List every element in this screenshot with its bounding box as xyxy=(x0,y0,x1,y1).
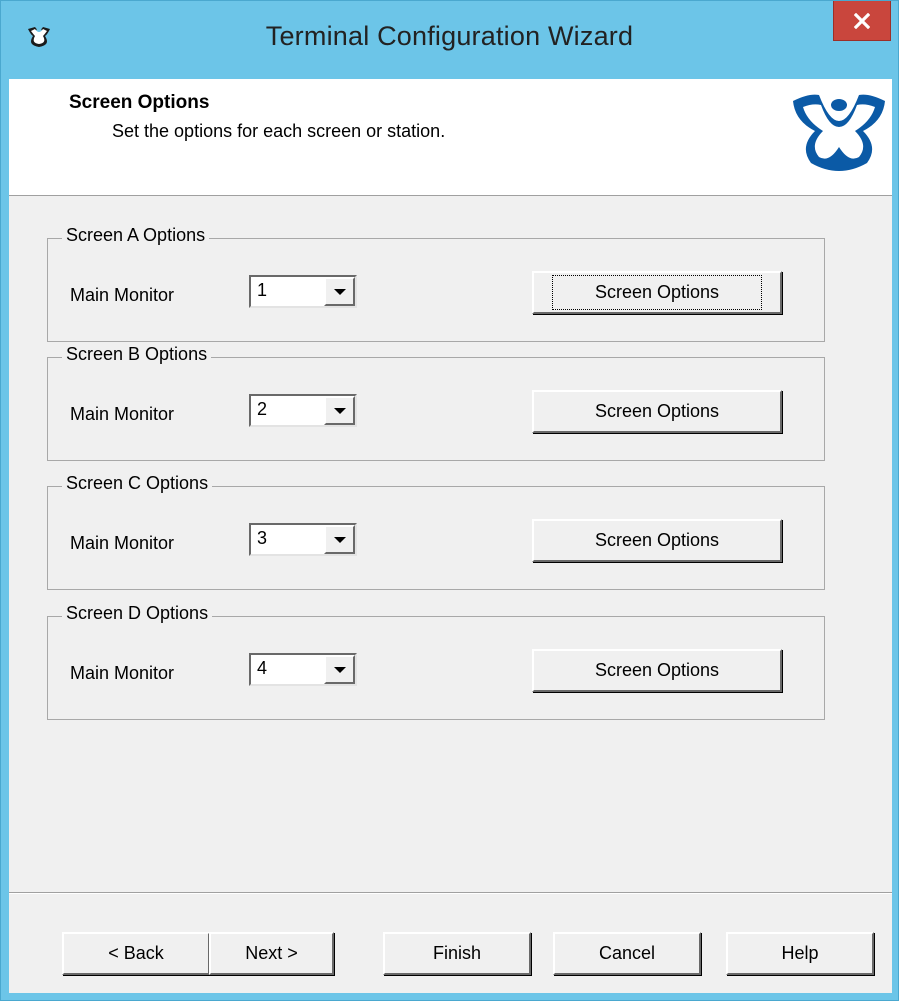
screen-a-options-button[interactable]: Screen Options xyxy=(532,271,782,314)
screen-b-options-button[interactable]: Screen Options xyxy=(532,390,782,433)
group-label: Screen A Options xyxy=(62,225,210,246)
main-monitor-label: Main Monitor xyxy=(70,533,175,553)
screen-c-options-button[interactable]: Screen Options xyxy=(532,519,782,562)
dropdown-button[interactable] xyxy=(324,525,355,554)
thinmanager-logo-icon xyxy=(789,87,889,173)
main-monitor-select-a[interactable]: 1 xyxy=(249,275,357,308)
group-label: Screen D Options xyxy=(62,603,213,624)
chevron-down-icon xyxy=(333,407,346,414)
window-title: Terminal Configuration Wizard xyxy=(265,21,634,51)
screen-d-options-button[interactable]: Screen Options xyxy=(532,649,782,692)
wizard-header: Screen Options Set the options for each … xyxy=(9,79,892,196)
button-label: Screen Options xyxy=(551,275,763,310)
group-label: Screen C Options xyxy=(62,473,213,494)
chevron-down-icon xyxy=(333,536,346,543)
chevron-down-icon xyxy=(333,666,346,673)
dialog-client-area: Screen Options Set the options for each … xyxy=(9,79,892,993)
screen-c-options-group: Screen C Options Main Monitor 3 Screen O… xyxy=(47,473,825,590)
page-title: Screen Options xyxy=(69,92,210,113)
main-monitor-value: 3 xyxy=(257,528,268,548)
back-button[interactable]: < Back xyxy=(62,932,210,975)
main-monitor-value: 4 xyxy=(257,658,268,678)
cancel-button[interactable]: Cancel xyxy=(553,932,701,975)
screen-a-options-group: Screen A Options Main Monitor 1 Screen O… xyxy=(47,225,825,342)
main-monitor-label: Main Monitor xyxy=(70,663,175,683)
main-monitor-value: 1 xyxy=(257,280,268,300)
title-bar[interactable]: Terminal Configuration Wizard xyxy=(1,1,898,79)
group-label: Screen B Options xyxy=(62,344,212,365)
finish-button[interactable]: Finish xyxy=(383,932,531,975)
next-button[interactable]: Next > xyxy=(209,932,334,975)
close-icon xyxy=(854,12,870,29)
wizard-window: Terminal Configuration Wizard Screen Opt… xyxy=(0,0,899,1001)
page-subtitle: Set the options for each screen or stati… xyxy=(112,121,446,141)
main-monitor-select-c[interactable]: 3 xyxy=(249,523,357,556)
close-button[interactable] xyxy=(833,1,891,41)
dropdown-button[interactable] xyxy=(324,396,355,425)
screen-b-options-group: Screen B Options Main Monitor 2 Screen O… xyxy=(47,344,825,461)
main-monitor-select-b[interactable]: 2 xyxy=(249,394,357,427)
chevron-down-icon xyxy=(333,288,346,295)
dropdown-button[interactable] xyxy=(324,277,355,306)
footer-divider xyxy=(9,892,892,894)
screen-d-options-group: Screen D Options Main Monitor 4 Screen O… xyxy=(47,603,825,720)
main-monitor-select-d[interactable]: 4 xyxy=(249,653,357,686)
help-button[interactable]: Help xyxy=(726,932,874,975)
main-monitor-value: 2 xyxy=(257,399,268,419)
main-monitor-label: Main Monitor xyxy=(70,404,175,424)
dropdown-button[interactable] xyxy=(324,655,355,684)
main-monitor-label: Main Monitor xyxy=(70,285,175,305)
